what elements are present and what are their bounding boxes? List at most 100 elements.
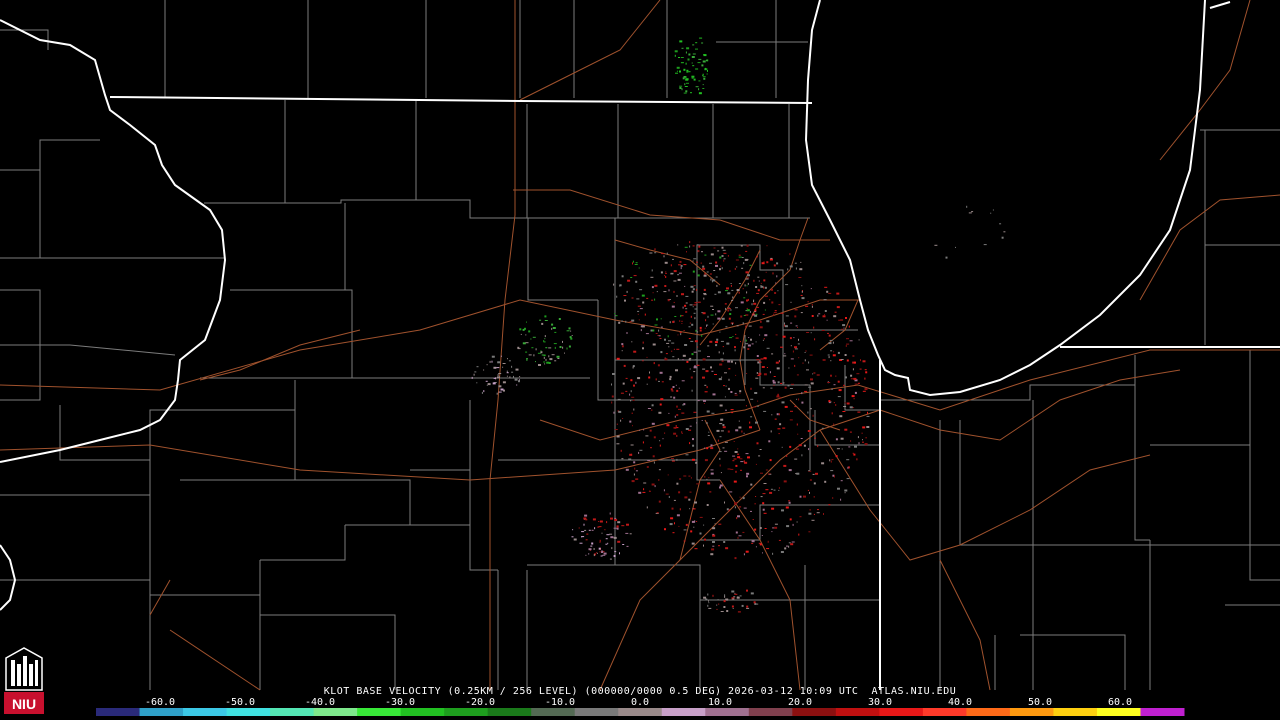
radar-echo <box>616 295 618 298</box>
radar-echo <box>638 267 640 269</box>
radar-echo <box>771 353 774 355</box>
radar-echo <box>568 345 571 348</box>
radar-echo <box>854 383 858 385</box>
radar-echo <box>671 460 675 462</box>
radar-echo <box>686 71 689 73</box>
radar-echo <box>663 291 667 293</box>
radar-echo <box>966 205 968 208</box>
radar-echo <box>678 387 680 389</box>
radar-echo <box>572 529 574 531</box>
radar-echo <box>840 437 844 440</box>
radar-echo <box>619 284 621 287</box>
radar-echo <box>684 496 688 499</box>
radar-echo <box>807 489 809 491</box>
radar-echo <box>633 350 637 353</box>
radar-echo <box>677 334 679 336</box>
radar-echo <box>710 444 713 447</box>
radar-echo <box>813 372 816 374</box>
radar-echo <box>808 448 810 451</box>
radar-echo <box>605 543 608 545</box>
color-bar-segment <box>1096 708 1141 716</box>
radar-echo <box>715 264 718 267</box>
radar-echo <box>808 386 812 388</box>
radar-echo <box>538 364 541 366</box>
radar-echo <box>835 375 837 377</box>
radar-echo <box>838 319 841 321</box>
radar-echo <box>720 611 724 612</box>
radar-echo <box>766 320 770 323</box>
radar-echo <box>795 267 797 270</box>
radar-echo <box>562 346 564 349</box>
radar-echo <box>703 403 705 404</box>
radar-echo <box>702 358 706 361</box>
radar-echo <box>769 371 771 374</box>
radar-echo <box>790 322 793 324</box>
radar-echo <box>687 58 690 61</box>
radar-echo <box>714 341 718 344</box>
radar-echo <box>830 470 834 472</box>
radar-echo <box>727 360 731 363</box>
color-bar-segment <box>531 708 576 716</box>
radar-echo <box>642 491 646 493</box>
radar-echo <box>670 517 674 520</box>
radar-echo <box>625 390 628 392</box>
radar-echo <box>654 326 656 328</box>
radar-echo <box>692 270 695 273</box>
radar-echo <box>746 285 748 287</box>
radar-echo <box>620 419 622 422</box>
radar-echo <box>736 266 738 268</box>
radar-echo <box>511 365 513 368</box>
radar-echo <box>619 552 620 555</box>
radar-echo <box>704 538 706 541</box>
radar-echo <box>671 458 674 459</box>
radar-echo <box>663 489 665 492</box>
radar-echo <box>632 399 635 401</box>
radar-echo <box>664 358 668 361</box>
radar-echo <box>807 301 809 303</box>
radar-echo <box>481 391 483 394</box>
radar-echo <box>621 320 624 322</box>
radar-echo <box>562 340 563 343</box>
radar-echo <box>813 482 816 485</box>
radar-echo <box>679 40 683 43</box>
radar-echo <box>751 303 753 306</box>
radar-echo <box>743 553 745 556</box>
radar-echo <box>777 381 780 384</box>
radar-echo <box>712 594 714 597</box>
radar-echo <box>779 423 782 426</box>
radar-echo <box>728 270 731 272</box>
radar-echo <box>694 317 696 320</box>
radar-echo <box>702 60 706 63</box>
radar-echo <box>601 520 603 522</box>
radar-echo <box>638 451 640 454</box>
radar-echo <box>660 398 664 401</box>
radar-echo <box>837 351 840 354</box>
radar-echo <box>661 253 665 255</box>
radar-echo <box>631 297 634 299</box>
radar-echo <box>757 361 760 364</box>
radar-echo <box>696 521 698 522</box>
radar-echo <box>710 278 712 281</box>
radar-echo <box>767 540 769 543</box>
radar-echo <box>703 293 707 294</box>
radar-echo <box>756 405 759 407</box>
radar-echo <box>633 461 636 464</box>
radar-echo <box>620 392 624 394</box>
radar-echo <box>760 282 762 284</box>
radar-echo <box>778 489 780 491</box>
radar-echo <box>492 382 496 385</box>
radar-echo <box>621 350 623 352</box>
radar-echo <box>811 315 814 317</box>
radar-echo <box>833 384 836 386</box>
radar-echo <box>676 295 678 297</box>
radar-echo <box>843 384 845 386</box>
radar-echo <box>802 362 804 364</box>
color-bar-segment <box>922 708 967 716</box>
radar-echo <box>522 328 525 331</box>
radar-echo <box>762 313 765 315</box>
radar-echo <box>760 320 762 323</box>
radar-echo <box>673 290 675 293</box>
radar-echo <box>702 84 704 86</box>
radar-echo <box>822 359 826 361</box>
radar-echo <box>628 458 632 460</box>
